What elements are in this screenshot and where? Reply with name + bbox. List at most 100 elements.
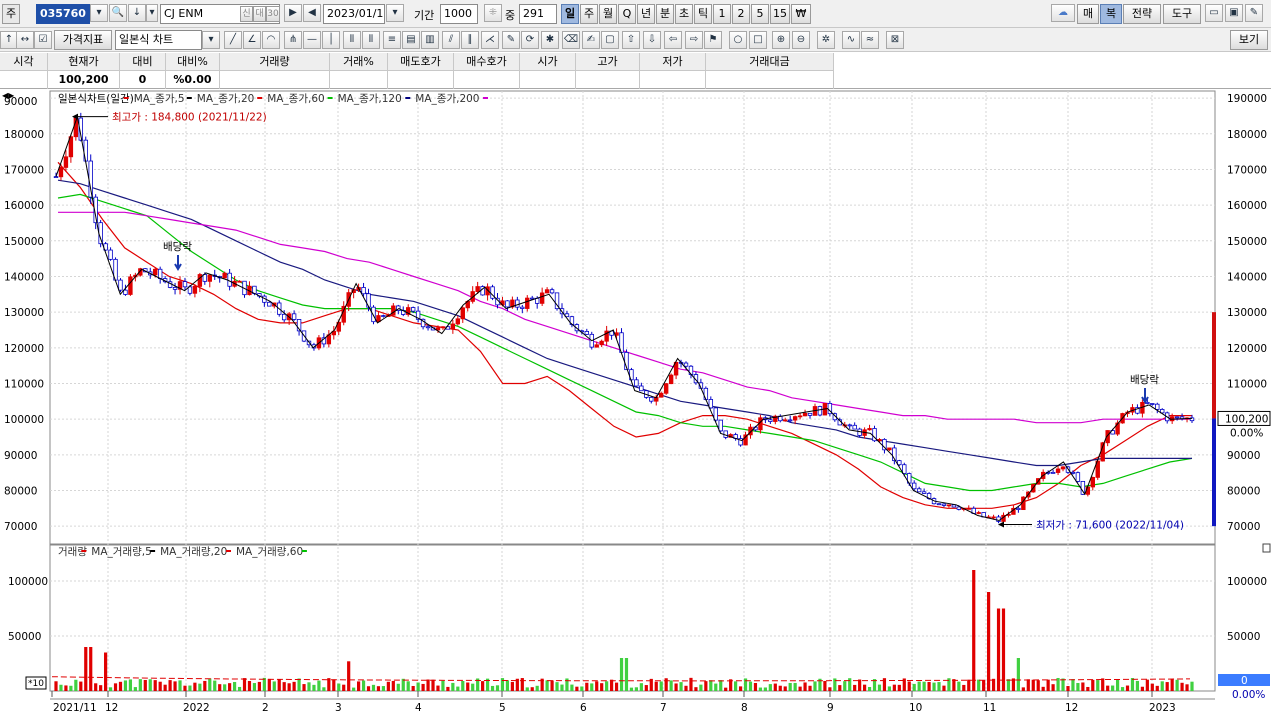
trendline-icon[interactable]: ╱ [224, 31, 242, 49]
arrow-left-icon[interactable]: ⇦ [664, 31, 682, 49]
edit-icon[interactable]: ☑ [34, 31, 52, 49]
chart-area[interactable]: 190000 180000 170000 160000 150000 140000 1300… [0, 89, 1271, 717]
volume-bar [436, 685, 440, 691]
play-next-icon[interactable]: ▶ [284, 4, 302, 22]
rect-icon[interactable]: □ [749, 31, 767, 49]
timeframe-week[interactable]: 주 [580, 4, 598, 24]
volume-bar [431, 679, 435, 691]
spin-icon[interactable]: ⁜ [484, 4, 502, 22]
angle-icon[interactable]: ∠ [243, 31, 261, 49]
list-icon[interactable]: ≡ [383, 31, 401, 49]
arrow-down-icon[interactable]: ⇩ [643, 31, 661, 49]
stock-type-label[interactable]: 주 [2, 4, 20, 24]
volume-bar [694, 687, 698, 691]
tools-button[interactable]: 도구 [1163, 4, 1201, 24]
date-dropdown-icon[interactable]: ▾ [386, 4, 404, 22]
date-input[interactable]: 2023/01/16 [323, 4, 385, 24]
play-prev-icon[interactable]: ◀ [303, 4, 321, 22]
left-right-icon[interactable]: ↔ [16, 31, 34, 49]
multi-button[interactable]: 복 [1100, 4, 1122, 24]
grid-bars-icon[interactable]: ⦀ [343, 31, 361, 49]
cloud-icon[interactable]: ☁ [1051, 4, 1075, 22]
candle-body [663, 383, 669, 394]
star-icon[interactable]: ✱ [541, 31, 559, 49]
credit-button[interactable]: 신 [240, 6, 253, 22]
volume-bar [218, 684, 222, 691]
volume-bar [600, 683, 604, 691]
flag-icon[interactable]: ⚑ [704, 31, 722, 49]
timeframe-month[interactable]: 월 [599, 4, 617, 24]
arrow-right-icon[interactable]: ⇨ [685, 31, 703, 49]
timeframe-second[interactable]: 초 [675, 4, 693, 24]
volume-bar [99, 685, 103, 691]
pen-icon[interactable]: ✎ [502, 31, 520, 49]
timeframe-tick[interactable]: 틱 [694, 4, 712, 24]
search-icon[interactable]: 🔍 [109, 4, 127, 22]
loan-button[interactable]: 대 [253, 6, 266, 22]
fan-icon[interactable]: ⋔ [284, 31, 302, 49]
volume-bar [1061, 678, 1065, 691]
bar-icon[interactable]: ▥ [421, 31, 439, 49]
zoom-in-icon[interactable]: ⊕ [772, 31, 790, 49]
table-icon[interactable]: ▤ [402, 31, 420, 49]
sort-dropdown-icon[interactable]: ▾ [146, 4, 158, 22]
vline-icon[interactable]: │ [322, 31, 340, 49]
volume-bar [1140, 686, 1144, 691]
grid-bars2-icon[interactable]: ⦀ [362, 31, 380, 49]
wrench-icon[interactable]: ✎ [1245, 4, 1263, 22]
arrow-up-icon[interactable]: ⇧ [622, 31, 640, 49]
code-dropdown-icon[interactable]: ▾ [90, 4, 108, 22]
folder-icon[interactable]: ▭ [1205, 4, 1223, 22]
zoom-out-icon[interactable]: ⊖ [792, 31, 810, 49]
buy-sell-button[interactable]: 매 [1077, 4, 1099, 24]
price-ytick-right-7: 120000 [1227, 343, 1267, 355]
close-box-icon[interactable]: ⊠ [886, 31, 904, 49]
timeframe-day[interactable]: 일 [561, 4, 579, 24]
period-input[interactable]: 1000 [440, 4, 478, 24]
timeframe-5[interactable]: 5 [751, 4, 769, 24]
timeframe-quarter[interactable]: Q [618, 4, 636, 24]
candle-body [544, 289, 550, 294]
price-legend-2: MA_종가,20 [197, 93, 255, 105]
timeframe-15[interactable]: 15 [770, 4, 790, 24]
parallel-icon[interactable]: ∥ [461, 31, 479, 49]
chart-type-dropdown-icon[interactable]: ▾ [202, 31, 220, 49]
arc-icon[interactable]: ◠ [262, 31, 280, 49]
currency-button[interactable]: ₩ [791, 4, 811, 24]
price-ytick-right-6: 130000 [1227, 307, 1267, 319]
chart-type-select[interactable]: 일본식 차트 [115, 30, 202, 50]
circle-icon[interactable]: ○ [729, 31, 747, 49]
timeframe-1[interactable]: 1 [713, 4, 731, 24]
eraser-icon[interactable]: ⌫ [562, 31, 580, 49]
memo-icon[interactable]: ✍ [582, 31, 600, 49]
cycle-icon[interactable]: ⟳ [521, 31, 539, 49]
timeframe-minute[interactable]: 분 [656, 4, 674, 24]
volume-bar [525, 687, 529, 691]
box-icon[interactable]: ▢ [601, 31, 619, 49]
view-button[interactable]: 보기 [1230, 30, 1268, 50]
hline-icon[interactable]: — [303, 31, 321, 49]
wave-icon[interactable]: ∿ [842, 31, 860, 49]
stock-code-input[interactable]: 035760 [36, 4, 90, 24]
thirty-button[interactable]: 30 [266, 6, 280, 22]
volume-bar [545, 680, 549, 691]
candle-body [668, 374, 674, 385]
settings-icon[interactable]: ✲ [817, 31, 835, 49]
wave2-icon[interactable]: ≈ [861, 31, 879, 49]
timeframe-2[interactable]: 2 [732, 4, 750, 24]
sort-icon[interactable]: ↓ [128, 4, 146, 22]
timeframe-year[interactable]: 년 [637, 4, 655, 24]
strategy-button[interactable]: 전략 [1123, 4, 1161, 24]
save-icon[interactable]: ▣ [1225, 4, 1243, 22]
channel-icon[interactable]: ⫽ [442, 31, 460, 49]
candle-body [1150, 403, 1155, 405]
candle-body [787, 419, 793, 422]
candle-body [157, 268, 163, 280]
volume-bar [937, 682, 941, 691]
volume-legend-swatch-1 [150, 550, 156, 552]
price-ytick-right-4: 150000 [1227, 236, 1267, 248]
volume-bar [471, 683, 475, 691]
count-input[interactable]: 291 [519, 4, 557, 24]
fork-icon[interactable]: ⋌ [481, 31, 499, 49]
price-indicator-button[interactable]: 가격지표 [54, 30, 112, 50]
